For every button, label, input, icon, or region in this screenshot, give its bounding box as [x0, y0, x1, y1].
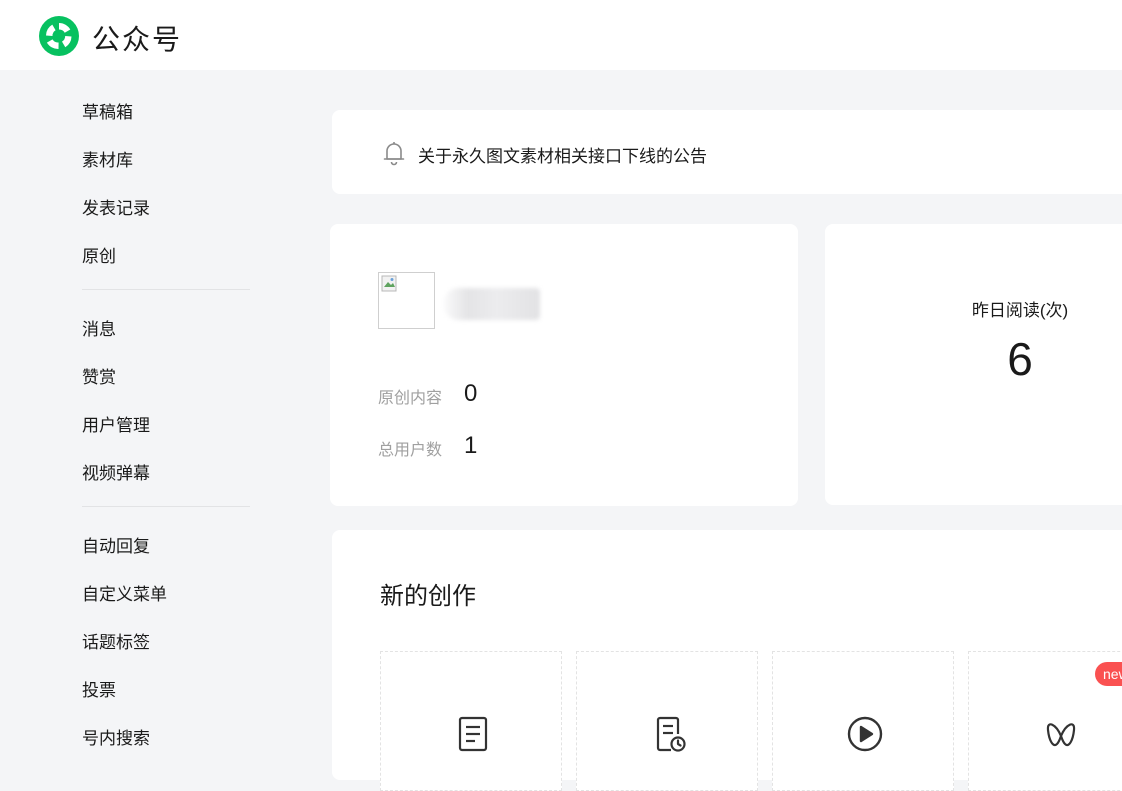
original-content-value: 0 [464, 380, 478, 407]
sidebar-divider [82, 289, 250, 290]
create-scheduled-article-tile[interactable] [576, 651, 758, 791]
create-article-tile[interactable] [380, 651, 562, 791]
sidebar-item-user-management[interactable]: 用户管理 [82, 411, 150, 436]
yesterday-reads-label: 昨日阅读(次) [971, 301, 1069, 320]
sidebar-item-materials[interactable]: 素材库 [82, 146, 133, 171]
sidebar-item-publish-history[interactable]: 发表记录 [82, 194, 150, 219]
app-title: 公众号 [92, 24, 183, 55]
sidebar-item-voting[interactable]: 投票 [82, 676, 116, 701]
sidebar-item-account-search[interactable]: 号内搜索 [82, 724, 150, 749]
announcement-text[interactable]: 关于永久图文素材相关接口下线的公告 [418, 142, 707, 167]
sidebar-item-rewards[interactable]: 赞赏 [82, 363, 116, 388]
sidebar-item-drafts[interactable]: 草稿箱 [82, 98, 133, 123]
avatar[interactable] [378, 272, 435, 329]
video-play-icon [847, 716, 883, 752]
top-bar: 公众号 [0, 0, 1122, 70]
wechat-official-accounts-logo-icon[interactable] [38, 15, 80, 57]
new-creation-panel: 新的创作 new [332, 530, 1122, 791]
total-users-label: 总用户数 [378, 442, 443, 459]
sidebar-item-auto-reply[interactable]: 自动回复 [82, 532, 150, 557]
article-icon [458, 716, 488, 752]
bell-icon [383, 142, 405, 166]
yesterday-reads-card[interactable]: 昨日阅读(次) 6 [825, 224, 1122, 505]
sidebar-item-messages[interactable]: 消息 [82, 315, 116, 340]
butterfly-icon [1046, 723, 1076, 747]
scheduled-article-icon [656, 716, 686, 752]
broken-image-icon [381, 275, 397, 292]
section-title: 新的创作 [380, 583, 476, 610]
sidebar: 草稿箱 素材库 发表记录 原创 消息 赞赏 用户管理 视频弹幕 自动回复 自定义… [0, 70, 300, 765]
yesterday-reads-value: 6 [1007, 333, 1033, 385]
new-badge: new [1095, 662, 1122, 686]
announcement-bar[interactable]: 关于永久图文素材相关接口下线的公告 [332, 110, 1122, 194]
sidebar-divider [82, 506, 250, 507]
total-users-value: 1 [464, 432, 478, 459]
account-profile-card: 原创内容 0 总用户数 1 [330, 224, 798, 506]
sidebar-item-video-danmaku[interactable]: 视频弹幕 [82, 459, 150, 484]
sidebar-item-topic-tags[interactable]: 话题标签 [82, 628, 150, 653]
create-video-tile[interactable] [772, 651, 954, 791]
original-content-label: 原创内容 [378, 390, 443, 407]
account-name-redacted [444, 288, 540, 320]
sidebar-item-custom-menu[interactable]: 自定义菜单 [82, 580, 167, 605]
sidebar-item-original[interactable]: 原创 [82, 242, 116, 267]
